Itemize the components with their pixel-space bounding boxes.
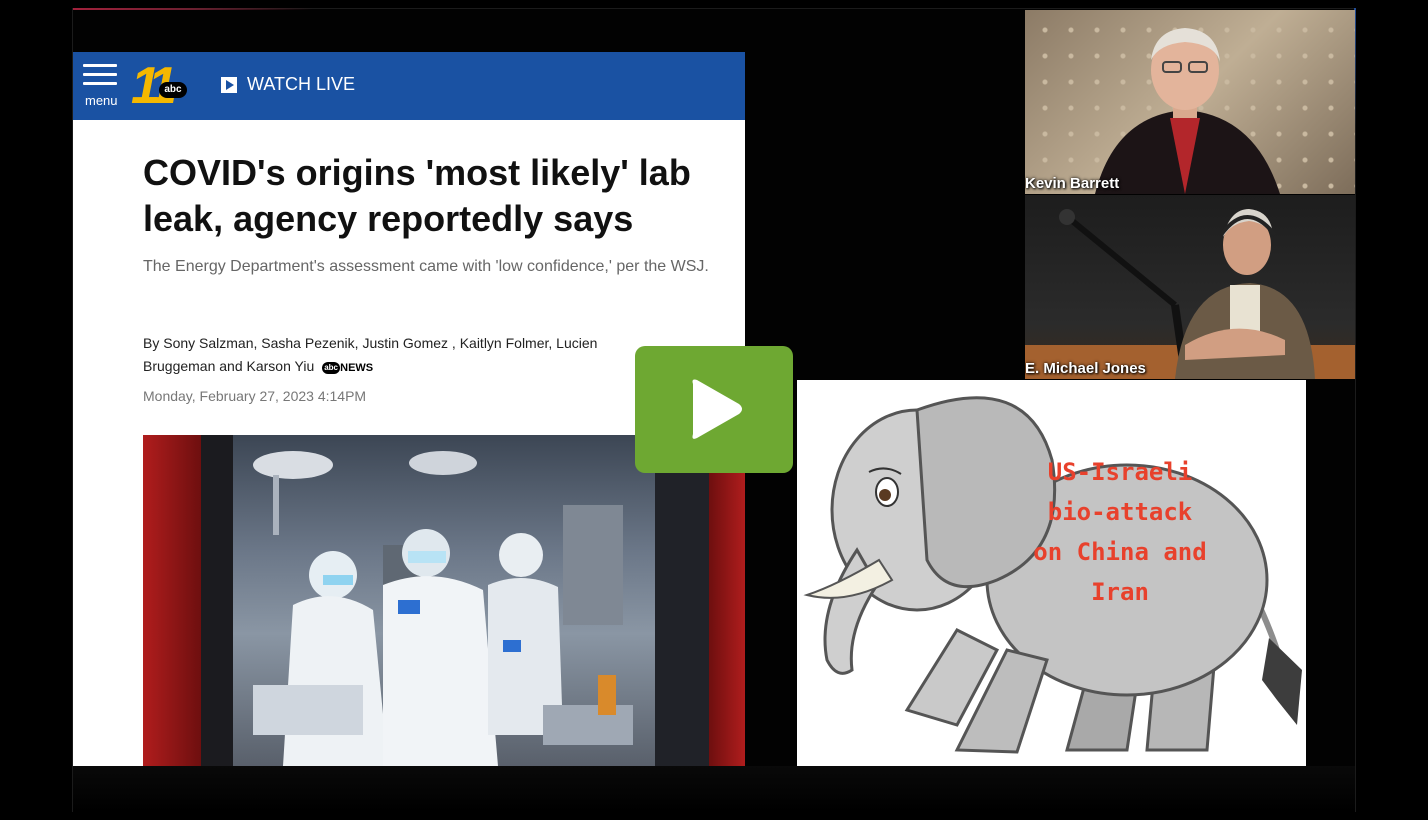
caption-line: Iran	[1091, 578, 1149, 606]
abc-logo-bug: abc	[159, 82, 187, 98]
hamburger-icon	[83, 64, 117, 67]
article-headline: COVID's origins 'most likely' lab leak, …	[143, 152, 691, 239]
site-header: menu 11 abc WATCH LIVE	[73, 52, 745, 120]
speaker-portrait	[1025, 209, 1355, 379]
caption-line: on China and	[1033, 538, 1207, 566]
participant-name: Kevin Barrett	[1025, 175, 1120, 192]
watch-live-label: WATCH LIVE	[247, 74, 356, 94]
article-subhead: The Energy Department's assessment came …	[143, 258, 709, 275]
abc-news-logo: abc NEWS	[322, 357, 373, 380]
watch-live-link[interactable]: WATCH LIVE	[221, 74, 355, 95]
photo-door-frame-right	[655, 435, 709, 766]
play-icon	[692, 379, 742, 439]
article-date: Monday, February 27, 2023 4:14PM	[143, 388, 367, 404]
elephant-graphic-panel: US-Israeli bio-attack on China and Iran	[797, 380, 1306, 769]
play-button[interactable]	[635, 346, 793, 473]
player-bottom-bar	[73, 766, 1355, 812]
menu-label: menu	[85, 93, 118, 108]
menu-button[interactable]: menu	[83, 64, 121, 110]
photo-curtain-right	[709, 435, 745, 766]
hospital-photo	[143, 435, 745, 766]
play-icon	[221, 76, 237, 93]
hamburger-icon-bar	[83, 82, 117, 85]
caption-line: bio-attack	[1047, 498, 1193, 526]
elephant-caption: US-Israeli bio-attack on China and Iran	[1025, 452, 1215, 612]
abc-news-logo-bug: abc	[322, 362, 341, 375]
speaker-portrait	[1095, 28, 1280, 194]
hamburger-icon-bar	[83, 73, 117, 76]
station-logo[interactable]: 11 abc	[131, 57, 187, 115]
abc-news-logo-text: NEWS	[340, 362, 374, 374]
video-tile-top[interactable]: Kevin Barrett	[1025, 10, 1355, 194]
caption-line: US-Israeli	[1047, 458, 1193, 486]
article-byline: By Sony Salzman, Sasha Pezenik, Justin G…	[143, 332, 663, 380]
participant-name: E. Michael Jones	[1025, 360, 1146, 377]
video-tile-bottom[interactable]: E. Michael Jones	[1025, 195, 1355, 379]
